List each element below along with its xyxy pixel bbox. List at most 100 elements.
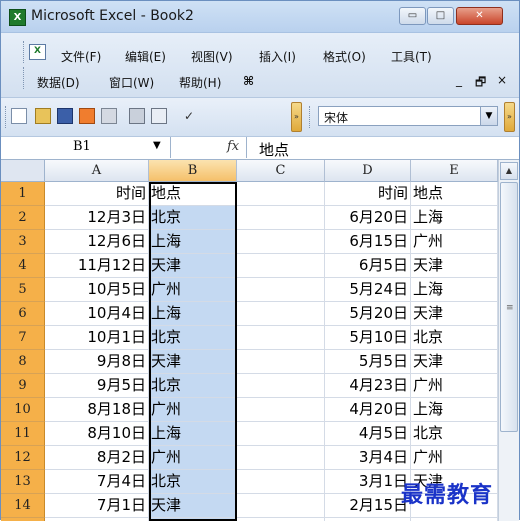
column-header-b[interactable]: B: [149, 160, 237, 182]
cell-d1[interactable]: 时间: [325, 182, 411, 206]
spelling-icon[interactable]: ✓: [179, 106, 199, 126]
column-header-d[interactable]: D: [325, 160, 411, 182]
cell-a5[interactable]: 10月5日: [45, 278, 149, 302]
menu-insert[interactable]: 插入(I): [259, 48, 296, 65]
insert-function-icon[interactable]: fx: [227, 139, 239, 154]
cell-b8[interactable]: 天津: [149, 350, 237, 374]
save-icon[interactable]: [57, 108, 73, 124]
vertical-scrollbar[interactable]: ▲ ≡: [498, 160, 519, 521]
cell-d2[interactable]: 6月20日: [325, 206, 411, 230]
cell-a4[interactable]: 11月12日: [45, 254, 149, 278]
cell-e7[interactable]: 北京: [411, 326, 498, 350]
cell-b6[interactable]: 上海: [149, 302, 237, 326]
cell-b1[interactable]: 地点: [149, 182, 237, 206]
cell-d6[interactable]: 5月20日: [325, 302, 411, 326]
row-header[interactable]: 1: [1, 182, 45, 206]
cell-a6[interactable]: 10月4日: [45, 302, 149, 326]
cell-c1[interactable]: [237, 182, 325, 206]
cell-e9[interactable]: 广州: [411, 374, 498, 398]
cell-d8[interactable]: 5月5日: [325, 350, 411, 374]
cell-a10[interactable]: 8月18日: [45, 398, 149, 422]
font-name-select[interactable]: 宋体 ▼: [318, 106, 498, 126]
email-icon[interactable]: [101, 108, 117, 124]
doc-minimize-button[interactable]: _: [456, 73, 462, 87]
menu-help[interactable]: 帮助(H): [179, 74, 221, 91]
cell-c3[interactable]: [237, 230, 325, 254]
cell-e10[interactable]: 上海: [411, 398, 498, 422]
cell-d11[interactable]: 4月5日: [325, 422, 411, 446]
column-header-e[interactable]: E: [411, 160, 498, 182]
cell-a7[interactable]: 10月1日: [45, 326, 149, 350]
new-document-icon[interactable]: [11, 108, 27, 124]
print-icon[interactable]: [129, 108, 145, 124]
cell-a9[interactable]: 9月5日: [45, 374, 149, 398]
doc-close-button[interactable]: ×: [497, 73, 507, 87]
cell-d12[interactable]: 3月4日: [325, 446, 411, 470]
maximize-button[interactable]: □: [427, 7, 454, 25]
cell-b7[interactable]: 北京: [149, 326, 237, 350]
cell-b13[interactable]: 北京: [149, 470, 237, 494]
cell-e5[interactable]: 上海: [411, 278, 498, 302]
workbook-icon[interactable]: X: [29, 44, 46, 60]
row-header[interactable]: 13: [1, 470, 45, 494]
cell-b12[interactable]: 广州: [149, 446, 237, 470]
row-header[interactable]: 6: [1, 302, 45, 326]
cell-b2[interactable]: 北京: [149, 206, 237, 230]
menu-edit[interactable]: 编辑(E): [125, 48, 166, 65]
cell-e11[interactable]: 北京: [411, 422, 498, 446]
open-folder-icon[interactable]: [35, 108, 51, 124]
toolbar-grip[interactable]: [23, 41, 26, 63]
cell-d4[interactable]: 6月5日: [325, 254, 411, 278]
row-header[interactable]: 3: [1, 230, 45, 254]
cell-a14[interactable]: 7月1日: [45, 494, 149, 518]
scrollbar-thumb[interactable]: ≡: [500, 182, 518, 432]
spreadsheet-grid[interactable]: ▲ ≡ A B C D E 1 时间 地点 时间 地点 2 12月3日 北京 6月20日 上海 3 12月6日上…: [1, 160, 519, 521]
row-header[interactable]: 4: [1, 254, 45, 278]
formula-input[interactable]: 地点: [259, 139, 289, 160]
cell-a13[interactable]: 7月4日: [45, 470, 149, 494]
cell-b9[interactable]: 北京: [149, 374, 237, 398]
close-button[interactable]: ✕: [456, 7, 503, 25]
cell-d13[interactable]: 3月1日: [325, 470, 411, 494]
name-box[interactable]: B1 ▼: [1, 137, 171, 158]
menu-view[interactable]: 视图(V): [191, 48, 233, 65]
cell-e1[interactable]: 地点: [411, 182, 498, 206]
cell-a3[interactable]: 12月6日: [45, 230, 149, 254]
scroll-up-icon[interactable]: ▲: [500, 162, 518, 180]
row-header[interactable]: 14: [1, 494, 45, 518]
cell-c5[interactable]: [237, 278, 325, 302]
cell-c12[interactable]: [237, 446, 325, 470]
cell-c8[interactable]: [237, 350, 325, 374]
cell-c2[interactable]: [237, 206, 325, 230]
cell-e8[interactable]: 天津: [411, 350, 498, 374]
cell-e6[interactable]: 天津: [411, 302, 498, 326]
menu-data[interactable]: 数据(D): [37, 74, 80, 91]
toolbar-grip[interactable]: [309, 106, 312, 128]
cell-b11[interactable]: 上海: [149, 422, 237, 446]
cell-d14[interactable]: 2月15日: [325, 494, 411, 518]
print-preview-icon[interactable]: [151, 108, 167, 124]
toolbar-options-button[interactable]: »: [504, 102, 515, 132]
cell-a11[interactable]: 8月10日: [45, 422, 149, 446]
menu-tools[interactable]: 工具(T): [391, 48, 432, 65]
cell-b14[interactable]: 天津: [149, 494, 237, 518]
cell-c13[interactable]: [237, 470, 325, 494]
cell-a12[interactable]: 8月2日: [45, 446, 149, 470]
menu-window[interactable]: 窗口(W): [109, 74, 154, 91]
column-header-c[interactable]: C: [237, 160, 325, 182]
row-header[interactable]: 5: [1, 278, 45, 302]
row-header[interactable]: 10: [1, 398, 45, 422]
select-all-button[interactable]: [1, 160, 45, 182]
cell-d10[interactable]: 4月20日: [325, 398, 411, 422]
cell-c10[interactable]: [237, 398, 325, 422]
camera-icon[interactable]: ⌘: [243, 74, 254, 88]
toolbar-options-button[interactable]: »: [291, 102, 302, 132]
cell-b5[interactable]: 广州: [149, 278, 237, 302]
cell-d5[interactable]: 5月24日: [325, 278, 411, 302]
toolbar-grip[interactable]: [23, 67, 26, 89]
row-header[interactable]: 8: [1, 350, 45, 374]
cell-a2[interactable]: 12月3日: [45, 206, 149, 230]
cell-e2[interactable]: 上海: [411, 206, 498, 230]
cell-d7[interactable]: 5月10日: [325, 326, 411, 350]
cell-a1[interactable]: 时间: [45, 182, 149, 206]
